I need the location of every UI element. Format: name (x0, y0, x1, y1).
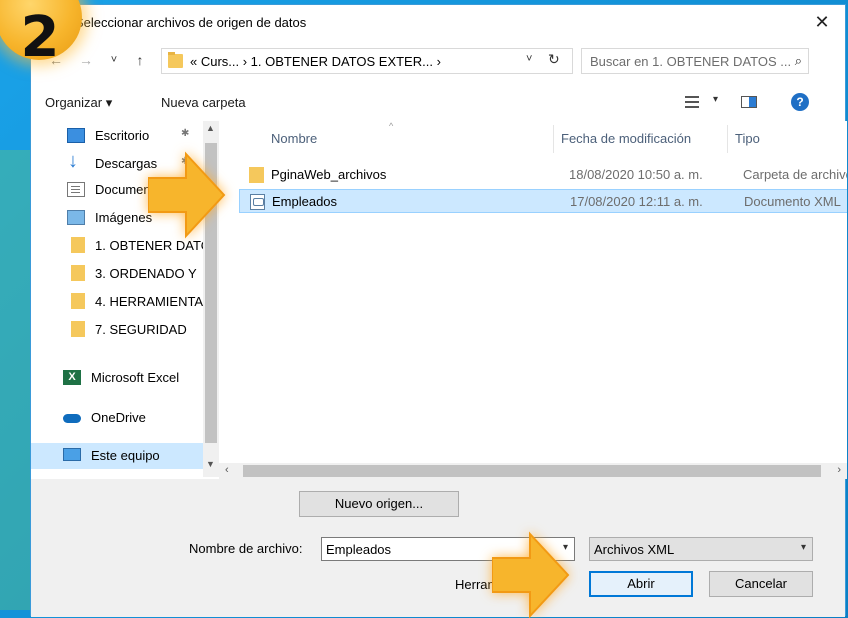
search-icon[interactable]: ⌕ (795, 53, 802, 69)
organize-menu[interactable]: Organizar ▾ (45, 95, 112, 111)
file-name: Empleados (272, 194, 338, 209)
breadcrumb[interactable]: « Curs... › 1. OBTENER DATOS EXTER... › (190, 54, 441, 69)
folder-icon (249, 167, 264, 183)
column-header-date[interactable]: Fecha de modificación (561, 131, 691, 146)
sidebar-item-label: OneDrive (91, 410, 146, 425)
address-dropdown-button[interactable]: ˅ (526, 53, 532, 65)
title-bar: Seleccionar archivos de origen de datos … (31, 5, 845, 39)
file-type: Documento XML (744, 194, 841, 209)
view-options-icon[interactable] (685, 95, 699, 109)
sidebar-item-label: Imágenes (95, 210, 153, 225)
open-button[interactable]: Abrir (589, 571, 693, 597)
desktop-icon (67, 128, 85, 143)
help-icon[interactable]: ? (791, 93, 809, 111)
column-header-name[interactable]: Nombre (271, 131, 317, 146)
file-type-select[interactable]: Archivos XML ▾ (589, 537, 813, 561)
file-date: 17/08/2020 12:11 a. m. (570, 194, 703, 209)
dialog-title: Seleccionar archivos de origen de datos (75, 15, 307, 30)
step-number: 2 (20, 5, 60, 70)
file-row-empleados[interactable]: Empleados 17/08/2020 12:11 a. m. Documen… (239, 189, 847, 213)
chevron-down-icon[interactable]: ▾ (801, 542, 806, 553)
folder-icon (71, 265, 85, 281)
sidebar-item-label: Microsoft Excel (91, 370, 180, 385)
sidebar-item-label: 1. OBTENER DATOS (95, 238, 203, 253)
cancel-button[interactable]: Cancelar (709, 571, 813, 597)
sidebar-item-ordenado[interactable]: 3. ORDENADO Y (31, 261, 203, 287)
pin-icon: ✱ (181, 128, 190, 139)
file-type: Carpeta de archivos (743, 167, 847, 182)
sidebar-item-seguridad[interactable]: 7. SEGURIDAD (31, 317, 203, 343)
pointer-arrow-right (492, 531, 570, 618)
sort-ascending-icon: ^ (389, 121, 394, 131)
search-placeholder: Buscar en 1. OBTENER DATOS ... (590, 54, 792, 69)
sidebar-item-label: 7. SEGURIDAD (95, 322, 187, 337)
sidebar-item-label: 4. HERRAMIENTAS (95, 294, 203, 309)
filename-value: Empleados (326, 542, 392, 557)
new-folder-button[interactable]: Nueva carpeta (161, 95, 246, 110)
download-icon (67, 151, 85, 173)
horizontal-scroll-thumb[interactable] (243, 465, 821, 477)
forward-button[interactable]: → (75, 49, 97, 71)
column-divider[interactable] (727, 125, 728, 153)
dialog-footer: Nuevo origen... Nombre de archivo: Emple… (31, 479, 845, 617)
this-pc-icon (63, 448, 81, 461)
recent-locations-button[interactable]: ˅ (103, 49, 125, 71)
excel-icon: X (63, 370, 81, 385)
folder-icon (168, 52, 183, 68)
folder-icon (71, 237, 85, 253)
scroll-down-icon[interactable]: ▼ (206, 459, 215, 469)
pointer-arrow-right (148, 151, 226, 239)
sidebar-item-este-equipo[interactable]: Este equipo (31, 443, 203, 469)
navigation-bar: ← → ˅ ↑ « Curs... › 1. OBTENER DATOS EXT… (31, 45, 845, 77)
column-header-type[interactable]: Tipo (735, 131, 760, 146)
preview-pane-icon[interactable] (741, 96, 757, 108)
view-options-chevron[interactable]: ▾ (713, 94, 718, 105)
close-button[interactable]: ✕ (799, 5, 845, 39)
file-type-value: Archivos XML (594, 542, 675, 557)
scroll-up-icon[interactable]: ▲ (206, 123, 215, 133)
up-button[interactable]: ↑ (129, 49, 151, 71)
sidebar-item-microsoft-excel[interactable]: X Microsoft Excel (1, 365, 203, 391)
file-list-horizontal-scrollbar[interactable]: ‹ › (219, 463, 847, 479)
file-date: 18/08/2020 10:50 a. m. (569, 167, 703, 182)
documents-icon (67, 182, 85, 197)
new-source-button[interactable]: Nuevo origen... (299, 491, 459, 517)
folder-icon (71, 321, 85, 337)
sidebar-item-herramientas[interactable]: 4. HERRAMIENTAS (31, 289, 203, 315)
sidebar-item-escritorio[interactable]: Escritorio ✱ (31, 123, 203, 149)
sidebar-item-label: Escritorio (95, 128, 150, 143)
sidebar-item-label: Este equipo (91, 448, 160, 463)
refresh-icon[interactable]: ↻ (548, 51, 560, 68)
scroll-left-icon[interactable]: ‹ (225, 464, 229, 476)
sidebar-item-onedrive[interactable]: OneDrive (1, 405, 203, 431)
command-bar: Organizar ▾ Nueva carpeta ▾ ? (31, 89, 845, 117)
sidebar-item-label: 3. ORDENADO Y (95, 266, 197, 281)
filename-label: Nombre de archivo: (189, 541, 303, 556)
folder-icon (71, 293, 85, 309)
file-name: PginaWeb_archivos (271, 167, 387, 182)
column-divider[interactable] (553, 125, 554, 153)
xml-file-icon (250, 194, 265, 210)
scroll-right-icon[interactable]: › (837, 464, 841, 476)
onedrive-icon (63, 410, 81, 425)
address-bar[interactable]: « Curs... › 1. OBTENER DATOS EXTER... › … (161, 48, 573, 74)
pictures-icon (67, 210, 85, 225)
file-list: Nombre ^ Fecha de modificación Tipo Pgin… (219, 121, 847, 477)
search-input[interactable]: Buscar en 1. OBTENER DATOS ... ⌕ (581, 48, 809, 74)
open-file-dialog: Seleccionar archivos de origen de datos … (30, 4, 847, 617)
file-row-pginaweb-archivos[interactable]: PginaWeb_archivos 18/08/2020 10:50 a. m.… (239, 163, 847, 187)
